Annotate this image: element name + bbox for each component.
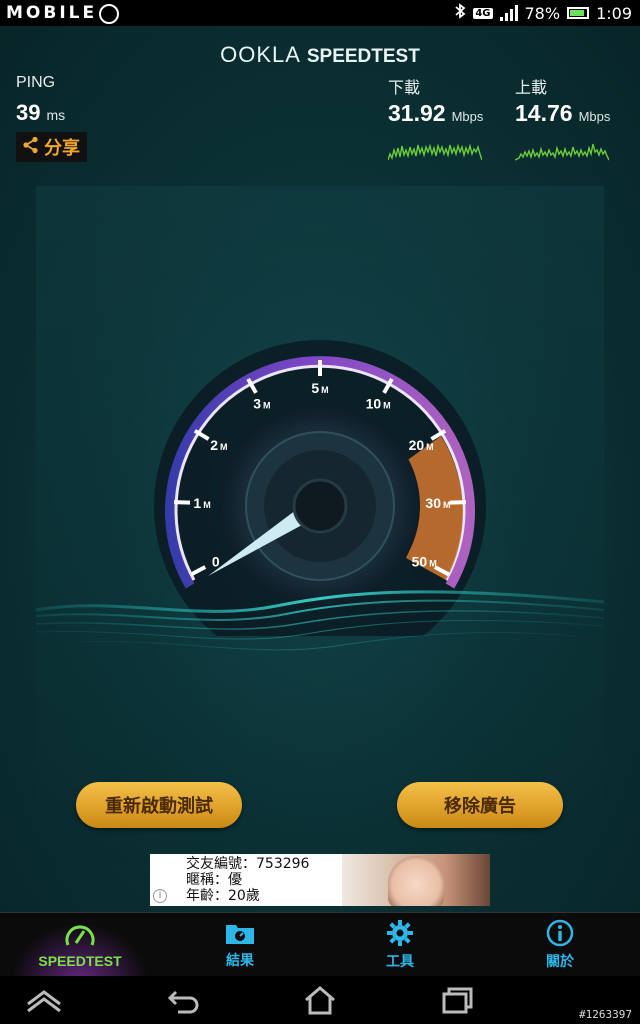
recent-apps-icon[interactable] <box>434 984 478 1016</box>
tab-about-label: 關於 <box>546 953 574 970</box>
status-bar: MOBILE 4G 78% 1:09 <box>0 0 640 26</box>
gauge-icon <box>65 925 95 946</box>
ping-readout: 39 ms <box>16 100 65 126</box>
bottom-tab-bar: SPEEDTEST 結果 工具 關於 <box>0 912 640 976</box>
tab-tools-label: 工具 <box>386 953 414 970</box>
battery-icon <box>567 7 590 19</box>
tab-speedtest[interactable]: SPEEDTEST <box>0 913 160 976</box>
tab-speedtest-label: SPEEDTEST <box>38 952 122 969</box>
ad-info-icon[interactable]: i <box>153 889 167 903</box>
watermark-text: MOBILE <box>6 3 98 23</box>
ad-line-nickname: 暱稱：優 <box>186 872 242 888</box>
home-icon[interactable] <box>298 984 342 1016</box>
ad-banner[interactable]: 交友編號：753296 暱稱：優 年齡：20歲 i <box>150 854 490 906</box>
signal-wave <box>36 590 604 651</box>
ping-unit: ms <box>46 107 66 123</box>
battery-percent: 78% <box>524 3 561 23</box>
upload-readout: 14.76 Mbps <box>515 100 610 127</box>
download-value: 31.92 <box>388 100 446 126</box>
gauge-hub <box>292 478 348 534</box>
tab-results[interactable]: 結果 <box>160 913 320 976</box>
folder-icon <box>226 924 254 944</box>
upload-sparkline <box>515 143 609 161</box>
download-sparkline <box>388 143 482 161</box>
brand-ookla: OOKLA <box>220 42 300 67</box>
expand-up-icon[interactable] <box>22 984 66 1016</box>
speedtest-screen: OOKLA SPEEDTEST PING 39 ms 分享 下載 31.92 Mbp… <box>0 26 640 912</box>
share-label: 分享 <box>44 138 80 159</box>
download-unit: Mbps <box>451 109 484 124</box>
upload-value: 14.76 <box>515 100 573 126</box>
share-button[interactable]: 分享 <box>16 132 87 162</box>
tab-about[interactable]: 關於 <box>480 913 640 976</box>
info-icon <box>546 919 574 946</box>
ad-portrait <box>388 856 444 906</box>
download-readout: 31.92 Mbps <box>388 100 483 127</box>
ad-line-id: 交友編號：753296 <box>186 856 310 872</box>
system-nav-bar <box>0 976 640 1024</box>
status-icons: 4G 78% 1:09 <box>454 0 632 26</box>
tab-tools[interactable]: 工具 <box>320 913 480 976</box>
ad-line-age: 年齡：20歲 <box>186 888 260 904</box>
back-icon[interactable] <box>162 984 206 1016</box>
upload-label: 上載 <box>515 78 548 97</box>
signal-icon <box>499 5 518 21</box>
watermark-logo-icon <box>99 4 120 24</box>
ad-text: 交友編號：753296 暱稱：優 年齡：20歲 <box>186 856 309 904</box>
tab-results-label: 結果 <box>226 952 254 969</box>
gear-icon <box>387 919 413 946</box>
clock: 1:09 <box>596 3 632 23</box>
remove-ads-button[interactable]: 移除廣告 <box>397 782 563 828</box>
network-type-badge: 4G <box>473 7 493 19</box>
bluetooth-icon <box>454 3 466 23</box>
download-label: 下載 <box>388 78 421 97</box>
share-icon <box>22 136 40 159</box>
app-brand: OOKLA SPEEDTEST <box>0 42 640 68</box>
restart-test-button[interactable]: 重新啟動測試 <box>76 782 242 828</box>
ping-value: 39 <box>16 100 41 125</box>
upload-unit: Mbps <box>578 109 611 124</box>
image-credit: #1263397 <box>579 1008 632 1021</box>
ping-label: PING <box>16 74 56 91</box>
brand-speedtest: SPEEDTEST <box>306 46 420 67</box>
